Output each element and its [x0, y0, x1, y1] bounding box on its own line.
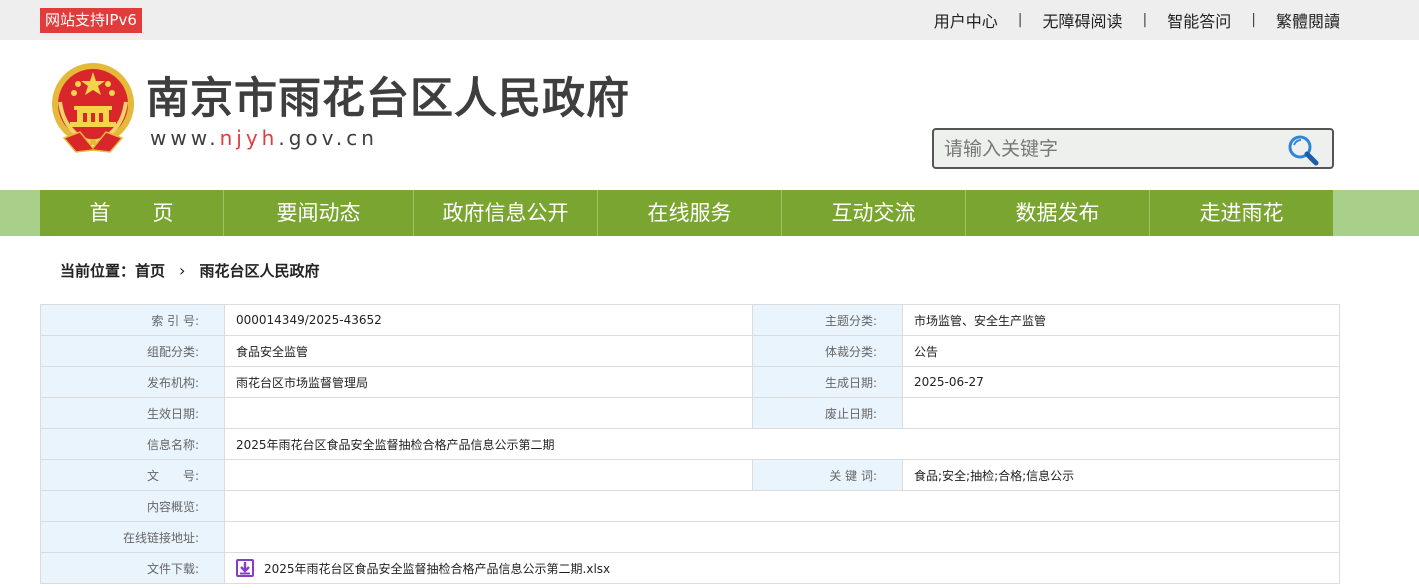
- accessibility-link[interactable]: 无障碍阅读: [1043, 8, 1123, 32]
- url-suffix: .gov.cn: [278, 126, 378, 150]
- main-nav: 首 页 要闻动态 政府信息公开 在线服务 互动交流 数据发布 走进雨花: [40, 190, 1333, 236]
- topic-value: 市场监管、安全生产监管: [902, 304, 1340, 336]
- top-utility-bar: 网站支持IPv6 用户中心 | 无障碍阅读 | 智能答问 | 繁體閱讀: [0, 0, 1419, 40]
- group-label: 组配分类:: [40, 335, 225, 367]
- traditional-chinese-link[interactable]: 繁體閱讀: [1276, 8, 1340, 32]
- download-cell: 2025年雨花台区食品安全监督抽检合格产品信息公示第二期.xlsx: [224, 552, 1340, 584]
- site-url: www.njyh.gov.cn: [150, 126, 378, 150]
- summary-label: 内容概览:: [40, 490, 225, 522]
- effective-date-value: [224, 397, 753, 429]
- publisher-label: 发布机构:: [40, 366, 225, 398]
- keywords-value: 食品;安全;抽检;合格;信息公示: [902, 459, 1340, 491]
- breadcrumb-current[interactable]: 雨花台区人民政府: [199, 260, 319, 281]
- effective-date-label: 生效日期:: [40, 397, 225, 429]
- table-row: 在线链接地址:: [40, 521, 1340, 553]
- smart-qa-link[interactable]: 智能答问: [1167, 8, 1231, 32]
- keywords-label: 关 键 词:: [752, 459, 903, 491]
- abolished-date-label: 废止日期:: [752, 397, 903, 429]
- user-center-link[interactable]: 用户中心: [934, 8, 998, 32]
- nav-item-gov-info[interactable]: 政府信息公开: [414, 190, 598, 236]
- created-date-label: 生成日期:: [752, 366, 903, 398]
- separator: |: [1017, 12, 1023, 28]
- nav-band: 首 页 要闻动态 政府信息公开 在线服务 互动交流 数据发布 走进雨花: [0, 190, 1419, 236]
- nav-item-data[interactable]: 数据发布: [966, 190, 1150, 236]
- download-wrap: 2025年雨花台区食品安全监督抽检合格产品信息公示第二期.xlsx: [236, 559, 1339, 577]
- download-icon[interactable]: [236, 559, 254, 577]
- info-name-value: 2025年雨花台区食品安全监督抽检合格产品信息公示第二期: [224, 428, 1340, 460]
- summary-value: [224, 490, 1340, 522]
- genre-label: 体裁分类:: [752, 335, 903, 367]
- topic-label: 主题分类:: [752, 304, 903, 336]
- doc-number-label: 文 号:: [40, 459, 225, 491]
- top-links: 用户中心 | 无障碍阅读 | 智能答问 | 繁體閱讀: [934, 0, 1340, 40]
- created-date-value: 2025-06-27: [902, 366, 1340, 398]
- nav-item-about-yuhua[interactable]: 走进雨花: [1150, 190, 1333, 236]
- table-row: 文 号: 关 键 词: 食品;安全;抽检;合格;信息公示: [40, 459, 1340, 491]
- table-row: 生效日期: 废止日期:: [40, 397, 1340, 429]
- table-row: 内容概览:: [40, 490, 1340, 522]
- chevron-right-icon: ›: [179, 261, 186, 280]
- table-row: 文件下载: 2025年雨花台区食品安全监督抽检合格产品信息公示第二期.xlsx: [40, 552, 1340, 584]
- table-row: 组配分类: 食品安全监管 体裁分类: 公告: [40, 335, 1340, 367]
- publisher-value: 雨花台区市场监督管理局: [224, 366, 753, 398]
- table-row: 索 引 号: 000014349/2025-43652 主题分类: 市场监管、安…: [40, 304, 1340, 336]
- table-row: 发布机构: 雨花台区市场监督管理局 生成日期: 2025-06-27: [40, 366, 1340, 398]
- index-label: 索 引 号:: [40, 304, 225, 336]
- online-link-value: [224, 521, 1340, 553]
- site-name[interactable]: 南京市雨花台区人民政府: [146, 64, 630, 126]
- index-value: 000014349/2025-43652: [224, 304, 753, 336]
- breadcrumb-home[interactable]: 首页: [135, 260, 165, 281]
- nav-item-interaction[interactable]: 互动交流: [782, 190, 966, 236]
- genre-value: 公告: [902, 335, 1340, 367]
- site-header: 南京市雨花台区人民政府 www.njyh.gov.cn: [0, 40, 1419, 190]
- url-prefix: www.: [150, 126, 220, 150]
- download-label: 文件下载:: [40, 552, 225, 584]
- nav-item-news[interactable]: 要闻动态: [224, 190, 414, 236]
- search-input[interactable]: [934, 130, 1294, 167]
- document-info-table: 索 引 号: 000014349/2025-43652 主题分类: 市场监管、安…: [40, 304, 1340, 584]
- download-file-link[interactable]: 2025年雨花台区食品安全监督抽检合格产品信息公示第二期.xlsx: [264, 560, 610, 577]
- breadcrumb: 当前位置： 首页 › 雨花台区人民政府: [60, 260, 319, 281]
- separator: |: [1142, 12, 1148, 28]
- search-icon[interactable]: [1286, 134, 1320, 166]
- url-highlight: njyh: [219, 126, 279, 150]
- abolished-date-value: [902, 397, 1340, 429]
- info-name-label: 信息名称:: [40, 428, 225, 460]
- ipv6-badge: 网站支持IPv6: [40, 8, 142, 33]
- group-value: 食品安全监管: [224, 335, 753, 367]
- search-box: [932, 128, 1334, 169]
- separator: |: [1251, 12, 1256, 28]
- nav-item-online-service[interactable]: 在线服务: [598, 190, 782, 236]
- nav-item-home[interactable]: 首 页: [40, 190, 224, 236]
- breadcrumb-prefix: 当前位置：: [60, 262, 136, 280]
- national-emblem-icon[interactable]: [50, 62, 136, 154]
- doc-number-value: [224, 459, 753, 491]
- online-link-label: 在线链接地址:: [40, 521, 225, 553]
- table-row: 信息名称: 2025年雨花台区食品安全监督抽检合格产品信息公示第二期: [40, 428, 1340, 460]
